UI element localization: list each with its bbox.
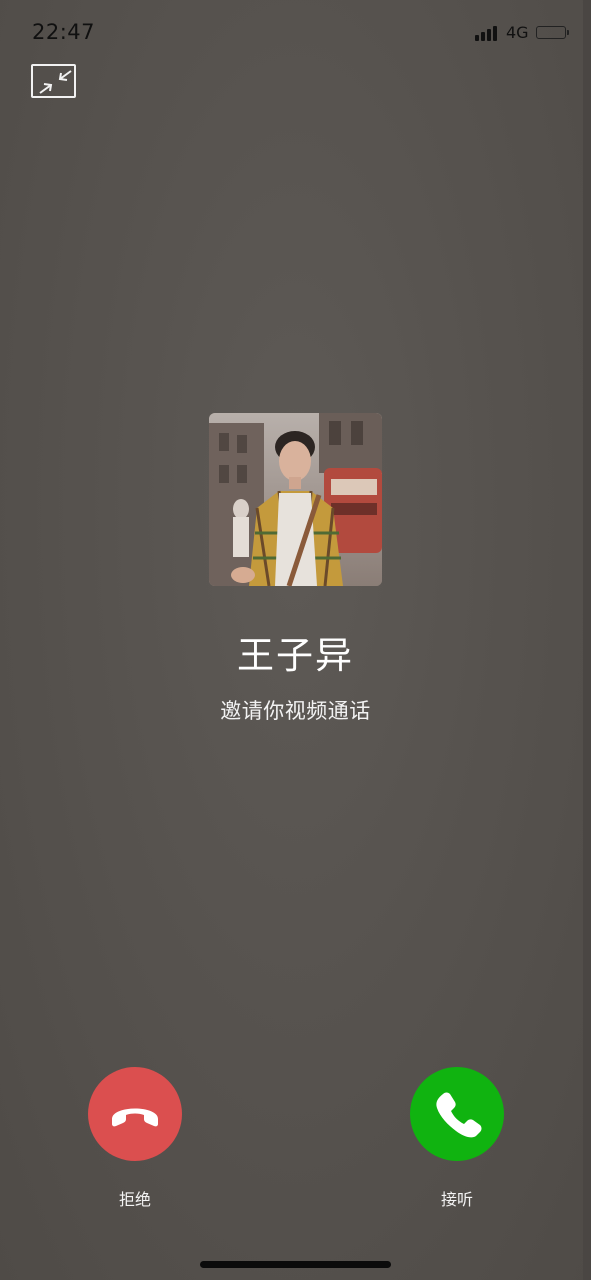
- signal-icon: [475, 25, 501, 41]
- call-invitation-text: 邀请你视频通话: [220, 699, 371, 723]
- home-indicator[interactable]: [200, 1261, 391, 1268]
- minimize-arrows-icon: [39, 70, 72, 94]
- decline-label: 拒绝: [118, 1190, 151, 1209]
- status-bar: 22:47 4G: [0, 0, 591, 60]
- accept-label: 接听: [440, 1190, 473, 1209]
- phone-answer-icon: [436, 1092, 482, 1138]
- status-time: 22:47: [32, 20, 96, 44]
- decline-button[interactable]: [88, 1067, 182, 1161]
- caller-name: 王子异: [237, 634, 354, 677]
- caller-avatar: [209, 413, 382, 586]
- phone-hangup-icon: [112, 1108, 158, 1127]
- network-type: 4G: [506, 23, 529, 42]
- avatar-photo: [209, 413, 382, 586]
- battery-icon: [536, 26, 569, 39]
- accept-button[interactable]: [410, 1067, 504, 1161]
- minimize-window-button[interactable]: [31, 64, 76, 98]
